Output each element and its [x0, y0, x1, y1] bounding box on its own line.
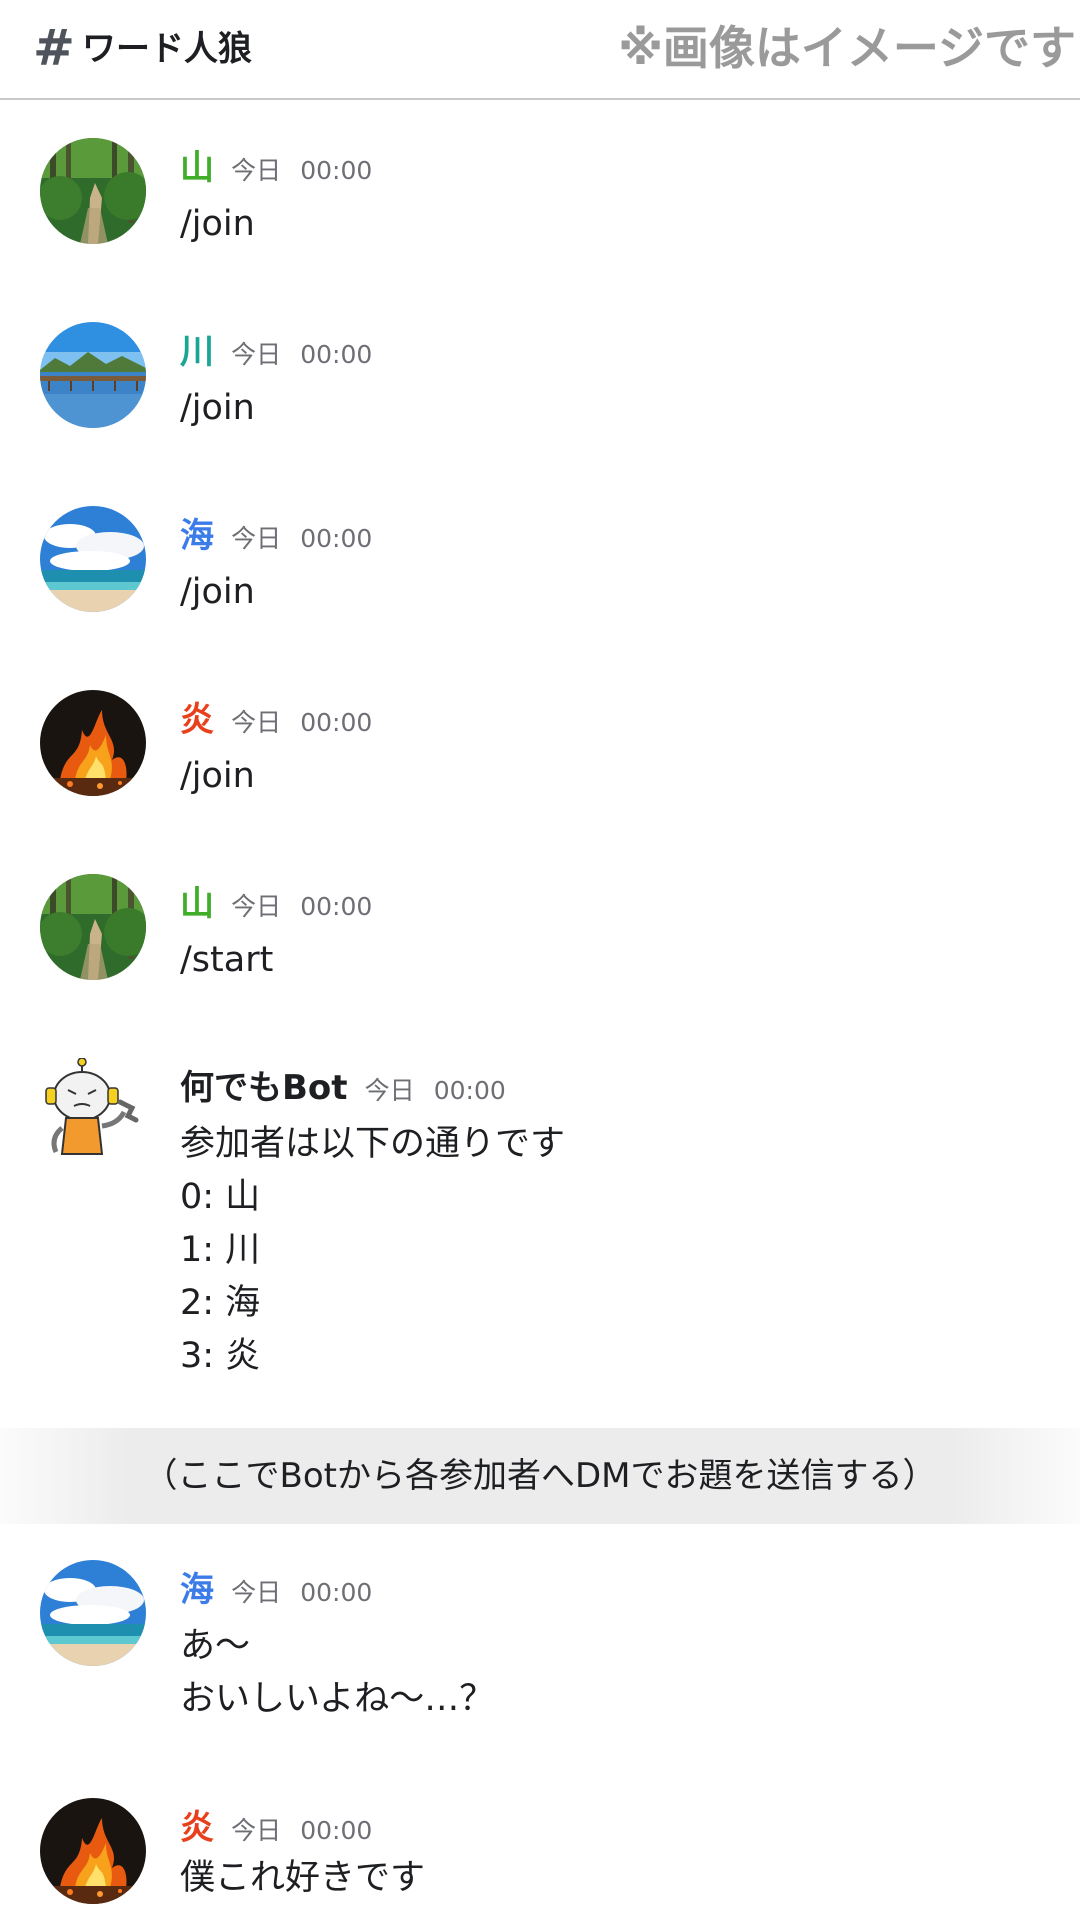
message-line: /join — [180, 756, 255, 796]
flame-avatar[interactable] — [40, 690, 146, 796]
message-line: 僕これ好きです — [180, 1858, 426, 1898]
timestamp-day: 今日 — [231, 1578, 282, 1607]
message-line: おいしいよね～…？ — [180, 1679, 495, 1719]
message-body: あ～ おいしいよね～…？ — [180, 1620, 494, 1726]
message-line: 3: 炎 — [180, 1336, 261, 1376]
forest-path-avatar[interactable] — [40, 138, 146, 244]
message-body: 参加者は以下の通りです 0: 山 1: 川 2: 海 3: 炎 — [180, 1118, 565, 1383]
forest-path-avatar[interactable] — [40, 874, 146, 980]
timestamp-time: 00:00 — [300, 892, 373, 921]
timestamp-time: 00:00 — [300, 340, 373, 369]
message-line: 0: 山 — [180, 1177, 261, 1217]
timestamp-time: 00:00 — [300, 1816, 373, 1845]
author-name[interactable]: 何でもBot — [180, 1068, 348, 1108]
message-line: /join — [180, 572, 255, 612]
message-line: あ～ — [180, 1626, 251, 1666]
timestamp-day: 今日 — [231, 1816, 282, 1845]
beach-sky-avatar[interactable] — [40, 506, 146, 612]
message-line: 参加者は以下の通りです — [180, 1124, 566, 1164]
timestamp-day: 今日 — [231, 156, 282, 185]
image-note: ※画像はイメージです — [618, 21, 1076, 75]
timestamp-time: 00:00 — [300, 1578, 373, 1607]
timestamp-day: 今日 — [231, 708, 282, 737]
message-line: /start — [180, 940, 274, 980]
timestamp-time: 00:00 — [300, 156, 373, 185]
message-line: 2: 海 — [180, 1283, 261, 1323]
author-name[interactable]: 山 — [180, 148, 214, 188]
author-name[interactable]: 炎 — [180, 1808, 214, 1848]
message-body: /join — [180, 198, 255, 251]
robot-avatar[interactable] — [40, 1058, 146, 1164]
author-name[interactable]: 海 — [180, 1570, 214, 1610]
message-body: /join — [180, 566, 255, 619]
timestamp-day: 今日 — [231, 524, 282, 553]
timestamp-time: 00:00 — [300, 708, 373, 737]
message-body: /start — [180, 934, 273, 987]
author-name[interactable]: 海 — [180, 516, 214, 556]
message-line: 1: 川 — [180, 1230, 261, 1270]
message-body: /join — [180, 750, 255, 803]
author-name[interactable]: 川 — [180, 332, 214, 372]
message-line: /join — [180, 388, 255, 428]
message-line: /join — [180, 204, 255, 244]
author-name[interactable]: 炎 — [180, 700, 214, 740]
author-name[interactable]: 山 — [180, 884, 214, 924]
timestamp-time: 00:00 — [433, 1076, 506, 1105]
timestamp-day: 今日 — [364, 1076, 415, 1105]
system-note-banner: （ここでBotから各参加者へDMでお題を送信する） — [0, 1428, 1080, 1524]
timestamp-day: 今日 — [231, 340, 282, 369]
timestamp-day: 今日 — [231, 892, 282, 921]
timestamp-time: 00:00 — [300, 524, 373, 553]
message-body: /join — [180, 382, 255, 435]
river-bridge-avatar[interactable] — [40, 322, 146, 428]
hash-icon: # — [33, 19, 75, 77]
channel-name[interactable]: ワード人狼 — [82, 26, 252, 72]
beach-sky-avatar[interactable] — [40, 1560, 146, 1666]
message-body: 僕これ好きです — [180, 1852, 425, 1905]
channel-header: # ワード人狼 ※画像はイメージです — [0, 0, 1080, 100]
flame-avatar[interactable] — [40, 1798, 146, 1904]
